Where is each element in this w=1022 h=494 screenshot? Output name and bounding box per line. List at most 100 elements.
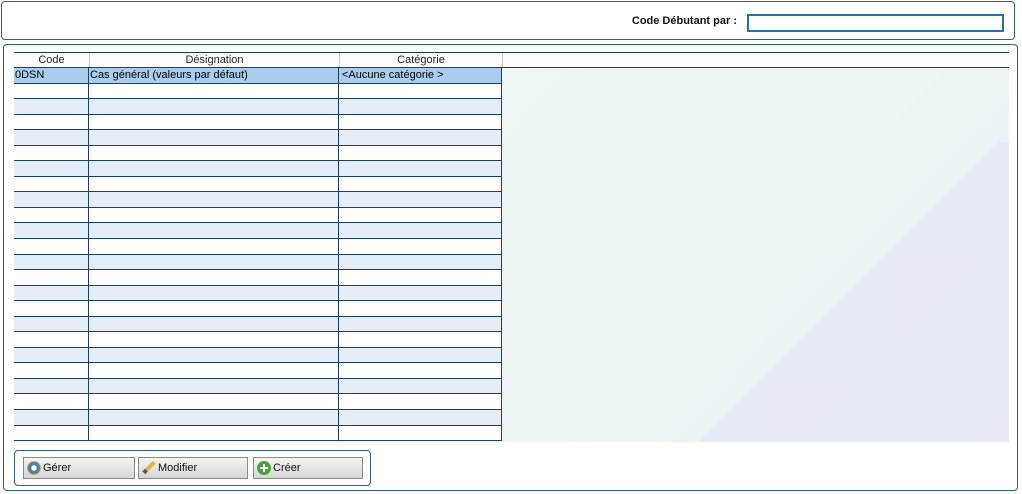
table-row[interactable] (14, 410, 501, 426)
column-header-code[interactable]: Code (14, 53, 90, 67)
table-row[interactable] (14, 192, 501, 208)
table-row[interactable] (14, 425, 502, 442)
cell-designation (89, 207, 339, 223)
cell-code (14, 363, 89, 378)
filter-label: Code Débutant par : (631, 15, 737, 27)
cell-code (14, 425, 89, 441)
table-row[interactable] (14, 145, 502, 162)
cell-categorie (339, 363, 502, 378)
grid-body: 0DSN Cas général (valeurs par défaut) <A… (14, 68, 502, 442)
cell-designation (89, 270, 339, 285)
cell-code (14, 83, 89, 99)
table-row[interactable] (14, 378, 502, 395)
cell-designation (89, 176, 339, 192)
cell-designation (89, 378, 339, 394)
cell-code (14, 130, 89, 145)
cell-categorie (339, 192, 502, 207)
cell-code (14, 316, 89, 332)
gerer-button[interactable]: Gérer (23, 457, 135, 479)
cell-designation (89, 223, 339, 239)
cell-designation (89, 332, 339, 347)
filter-panel: Code Débutant par : (1, 1, 1015, 40)
cell-categorie (339, 348, 502, 363)
cell-categorie (339, 255, 502, 270)
cell-designation (89, 285, 339, 301)
cell-code (14, 114, 89, 130)
cell-designation (89, 192, 339, 207)
cell-code (14, 207, 89, 223)
table-row[interactable] (14, 223, 501, 240)
cell-code (14, 239, 89, 254)
table-row[interactable] (14, 270, 501, 286)
cell-categorie (339, 146, 502, 161)
cell-categorie (339, 115, 502, 130)
cell-designation (89, 254, 339, 270)
cell-code (14, 347, 89, 363)
cell-code (14, 270, 89, 285)
action-button-bar: Gérer Modifier Créer (14, 450, 371, 486)
cell-categorie (339, 161, 502, 176)
table-row[interactable] (14, 207, 501, 224)
table-row[interactable] (14, 99, 501, 115)
table-row[interactable] (14, 83, 502, 100)
table-row[interactable] (14, 394, 502, 411)
table-row[interactable] (14, 285, 502, 302)
cell-designation (89, 347, 339, 363)
cell-categorie (339, 286, 502, 301)
table-row[interactable] (14, 130, 501, 146)
gear-icon (27, 461, 41, 475)
cell-categorie (339, 84, 502, 99)
gerer-button-label: Gérer (43, 462, 72, 474)
column-header-designation[interactable]: Désignation (90, 53, 340, 67)
cell-code (14, 394, 89, 410)
cell-designation (89, 363, 339, 378)
cell-categorie: <Aucune catégorie > (342, 69, 444, 81)
cell-designation (89, 316, 339, 332)
table-row[interactable]: 0DSN Cas général (valeurs par défaut) <A… (14, 68, 501, 84)
table-row[interactable] (14, 254, 502, 271)
cell-categorie (339, 177, 502, 192)
cell-designation (89, 83, 339, 99)
cell-designation (89, 301, 339, 316)
cell-code (14, 254, 89, 270)
cell-designation (89, 161, 339, 176)
cell-designation (89, 114, 339, 130)
cell-code (14, 223, 89, 239)
cell-categorie (339, 301, 502, 316)
main-panel: Code Désignation Catégorie 0DSN Cas géné… (3, 44, 1018, 491)
cell-categorie (339, 130, 502, 145)
cell-code (14, 176, 89, 192)
cell-categorie (339, 270, 502, 285)
table-row[interactable] (14, 332, 501, 348)
modifier-button-label: Modifier (158, 462, 198, 474)
table-row[interactable] (14, 363, 501, 379)
cell-categorie (339, 332, 502, 347)
cell-designation (89, 425, 339, 441)
cell-code (14, 410, 89, 425)
cell-designation (89, 410, 339, 425)
cell-categorie (339, 426, 502, 441)
table-row[interactable] (14, 347, 502, 364)
table-row[interactable] (14, 161, 501, 177)
cell-categorie (339, 379, 502, 394)
cell-designation: Cas général (valeurs par défaut) (89, 68, 339, 83)
table-row[interactable] (14, 239, 501, 255)
cell-code (14, 285, 89, 301)
cell-categorie (339, 394, 502, 409)
creer-button[interactable]: Créer (253, 457, 363, 479)
table-row[interactable] (14, 316, 502, 333)
cell-categorie (339, 317, 502, 332)
cell-designation (89, 239, 339, 254)
modifier-button[interactable]: Modifier (138, 457, 248, 479)
code-filter-input[interactable] (747, 14, 1004, 32)
table-row[interactable] (14, 114, 502, 131)
column-header-categorie[interactable]: Catégorie (340, 53, 503, 67)
table-row[interactable] (14, 301, 501, 317)
table-row[interactable] (14, 176, 502, 193)
plus-circle-icon (257, 461, 271, 475)
cell-designation (89, 99, 339, 114)
cell-code (14, 161, 89, 176)
data-grid: Code Désignation Catégorie 0DSN Cas géné… (14, 52, 1009, 442)
cell-code (14, 99, 89, 114)
cell-categorie (339, 239, 502, 254)
